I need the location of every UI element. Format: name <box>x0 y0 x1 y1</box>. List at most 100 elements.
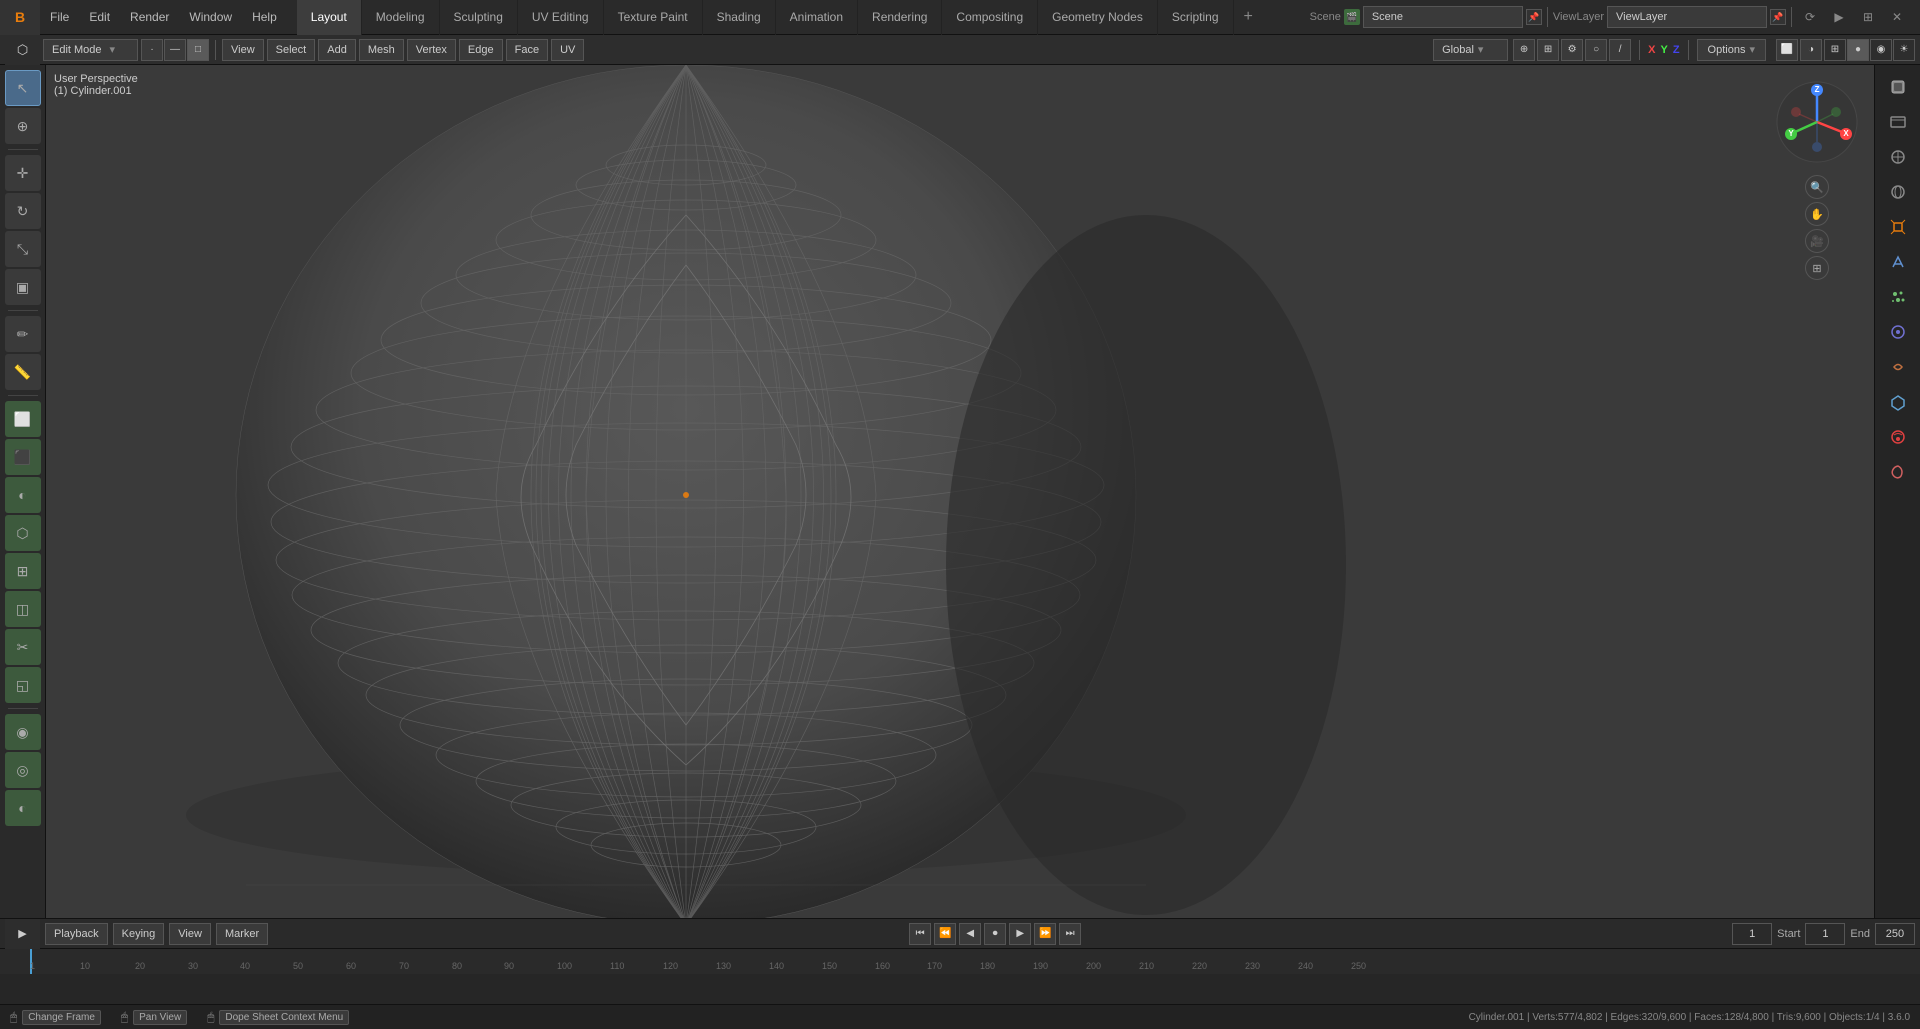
view-menu[interactable]: View <box>222 39 264 61</box>
start-frame-input[interactable]: 1 <box>1805 923 1845 945</box>
play-back-btn[interactable]: ◀ <box>959 923 981 945</box>
shaderfx-props-tab[interactable] <box>1881 455 1915 489</box>
3d-viewport[interactable]: User Perspective (1) Cylinder.001 Z X Y <box>46 65 1874 918</box>
timeline-editor-type[interactable]: ▶ <box>5 919 40 949</box>
scene-pin-icon[interactable]: 📌 <box>1526 9 1542 25</box>
bisect-tool[interactable]: ◱ <box>5 667 41 703</box>
scene-name-input[interactable] <box>1363 6 1523 28</box>
step-fwd-btn[interactable]: ⏩ <box>1034 923 1056 945</box>
uv-menu[interactable]: UV <box>551 39 584 61</box>
viewlayer-name-input[interactable] <box>1607 6 1767 28</box>
loop-cut-tool[interactable]: ⊞ <box>5 553 41 589</box>
add-workspace-button[interactable]: + <box>1234 0 1263 35</box>
timeline-ruler[interactable]: 1 10 20 30 40 50 60 70 80 90 100 110 120… <box>0 949 1920 974</box>
wireframe-shading[interactable]: ⊞ <box>1824 39 1846 61</box>
edge-select-mode[interactable]: — <box>164 39 186 61</box>
editor-layout-icon[interactable]: ⊞ <box>1855 4 1881 30</box>
measure-tool[interactable]: 📏 <box>5 354 41 390</box>
bevel-tool[interactable]: ⬡ <box>5 515 41 551</box>
workspace-tab-rendering[interactable]: Rendering <box>858 0 942 35</box>
solid-shading[interactable]: ● <box>1847 39 1869 61</box>
menu-help[interactable]: Help <box>242 0 287 35</box>
edge-menu[interactable]: Edge <box>459 39 503 61</box>
smooth-vertices-tool[interactable]: ◉ <box>5 714 41 750</box>
close-window-icon[interactable]: ✕ <box>1884 4 1910 30</box>
active-tool-props-tab[interactable] <box>1881 70 1915 104</box>
select-box-tool[interactable]: ↖ <box>5 70 41 106</box>
timeline-view-menu[interactable]: View <box>169 923 211 945</box>
add-cube-tool[interactable]: ⬜ <box>5 401 41 437</box>
world-props-tab[interactable] <box>1881 175 1915 209</box>
object-data-props-tab[interactable] <box>1881 385 1915 419</box>
workspace-tab-geometry-nodes[interactable]: Geometry Nodes <box>1038 0 1158 35</box>
workspace-tab-scripting[interactable]: Scripting <box>1158 0 1234 35</box>
workspace-tab-compositing[interactable]: Compositing <box>942 0 1038 35</box>
workspace-tab-modeling[interactable]: Modeling <box>362 0 440 35</box>
physics-props-tab[interactable] <box>1881 315 1915 349</box>
keying-menu[interactable]: Keying <box>113 923 165 945</box>
particles-props-tab[interactable] <box>1881 280 1915 314</box>
slide-relax-tool[interactable]: ◐ <box>5 790 41 826</box>
step-back-btn[interactable]: ⏪ <box>934 923 956 945</box>
vertex-select-mode[interactable]: · <box>141 39 163 61</box>
mode-selector[interactable]: Edit Mode ▾ <box>43 39 138 61</box>
face-menu[interactable]: Face <box>506 39 548 61</box>
add-menu[interactable]: Add <box>318 39 356 61</box>
menu-file[interactable]: File <box>40 0 79 35</box>
inset-tool[interactable]: ◐ <box>5 477 41 513</box>
workspace-tab-texture-paint[interactable]: Texture Paint <box>604 0 703 35</box>
rotate-tool[interactable]: ↻ <box>5 193 41 229</box>
edge-slide-tool[interactable]: ◫ <box>5 591 41 627</box>
viewlayer-pin-icon[interactable]: 📌 <box>1770 9 1786 25</box>
extrude-tool[interactable]: ⬛ <box>5 439 41 475</box>
face-select-mode[interactable]: □ <box>187 39 209 61</box>
workspace-tab-layout[interactable]: Layout <box>297 0 362 35</box>
snap-button[interactable]: ⊞ <box>1537 39 1559 61</box>
sync-icon[interactable]: ⟳ <box>1797 4 1823 30</box>
scene-icon[interactable]: 🎬 <box>1344 9 1360 25</box>
transform-pivot-point[interactable]: ⊕ <box>1513 39 1535 61</box>
randomize-tool[interactable]: ◎ <box>5 752 41 788</box>
menu-edit[interactable]: Edit <box>79 0 120 35</box>
end-frame-input[interactable]: 250 <box>1875 923 1915 945</box>
scene-props-tab[interactable] <box>1881 140 1915 174</box>
snap-settings[interactable]: ⚙ <box>1561 39 1583 61</box>
overlay-toggle[interactable]: ⬜ <box>1776 39 1798 61</box>
xray-toggle[interactable]: ◑ <box>1800 39 1822 61</box>
vertex-menu[interactable]: Vertex <box>407 39 456 61</box>
workspace-tab-sculpting[interactable]: Sculpting <box>440 0 518 35</box>
record-btn[interactable]: ⏺ <box>984 923 1006 945</box>
modifier-props-tab[interactable] <box>1881 245 1915 279</box>
material-shading[interactable]: ◉ <box>1870 39 1892 61</box>
move-tool[interactable]: ✛ <box>5 155 41 191</box>
cursor-tool[interactable]: ⊕ <box>5 108 41 144</box>
select-menu[interactable]: Select <box>267 39 316 61</box>
workspace-tab-uv-editing[interactable]: UV Editing <box>518 0 604 35</box>
transform-tool[interactable]: ▣ <box>5 269 41 305</box>
view-props-tab[interactable] <box>1881 105 1915 139</box>
jump-to-end-btn[interactable]: ⏭ <box>1059 923 1081 945</box>
editor-type-selector[interactable]: ⬡ <box>5 35 40 65</box>
mesh-menu[interactable]: Mesh <box>359 39 404 61</box>
rendered-shading[interactable]: ☀ <box>1893 39 1915 61</box>
options-button[interactable]: Options ▾ <box>1697 39 1766 61</box>
workspace-tab-animation[interactable]: Animation <box>776 0 858 35</box>
proportional-editing[interactable]: ○ <box>1585 39 1607 61</box>
timeline-content-area[interactable] <box>0 974 1920 1004</box>
material-props-tab[interactable] <box>1881 420 1915 454</box>
object-props-tab[interactable] <box>1881 210 1915 244</box>
play-btn[interactable]: ▶ <box>1009 923 1031 945</box>
render-icon[interactable]: ▶ <box>1826 4 1852 30</box>
transform-orientation[interactable]: Global ▾ <box>1433 39 1508 61</box>
workspace-tab-shading[interactable]: Shading <box>703 0 776 35</box>
annotate-tool[interactable]: ✏ <box>5 316 41 352</box>
jump-to-start-btn[interactable]: ⏮ <box>909 923 931 945</box>
playback-menu[interactable]: Playback <box>45 923 108 945</box>
menu-window[interactable]: Window <box>179 0 242 35</box>
current-frame-input[interactable]: 1 <box>1732 923 1772 945</box>
constraints-props-tab[interactable] <box>1881 350 1915 384</box>
scale-tool[interactable]: ⤡ <box>5 231 41 267</box>
grease-pencil[interactable]: / <box>1609 39 1631 61</box>
menu-render[interactable]: Render <box>120 0 179 35</box>
knife-tool[interactable]: ✂ <box>5 629 41 665</box>
